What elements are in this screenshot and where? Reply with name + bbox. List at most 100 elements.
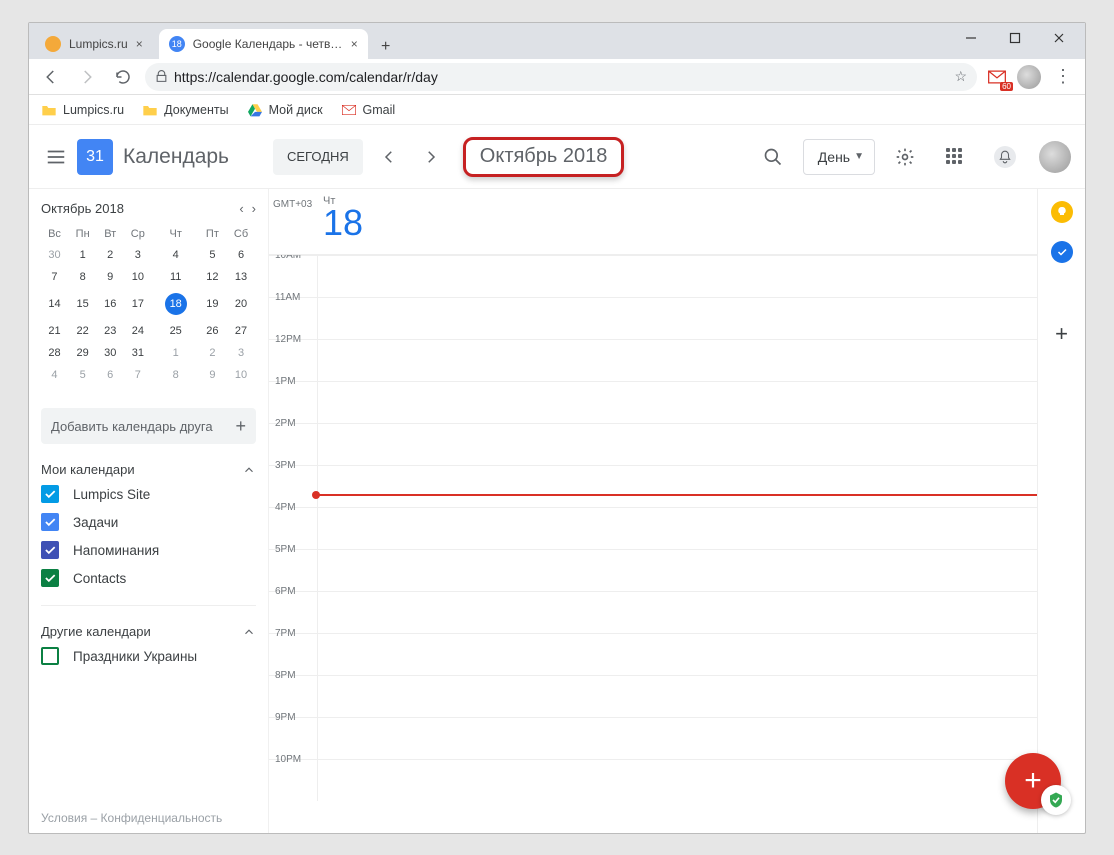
hour-row[interactable]: 8PM [269,675,1037,717]
mini-day[interactable]: 21 [41,320,68,342]
hour-row[interactable]: 11AM [269,297,1037,339]
hour-row[interactable]: 9PM [269,717,1037,759]
apps-grid-icon[interactable] [935,137,975,177]
mini-day[interactable]: 9 [97,266,123,288]
footer-links[interactable]: Условия – Конфиденциальность [41,801,256,825]
mini-day[interactable]: 1 [153,342,199,364]
bookmark-item[interactable]: Мой диск [247,102,323,118]
mini-day[interactable]: 31 [123,342,153,364]
search-icon[interactable] [753,137,793,177]
forward-button[interactable] [73,63,101,91]
mini-day[interactable]: 14 [41,288,68,320]
calendar-item[interactable]: Задачи [41,513,256,531]
mini-day[interactable]: 13 [226,266,256,288]
close-icon[interactable]: × [136,37,143,51]
hour-row[interactable]: 4PM [269,507,1037,549]
collapse-icon[interactable] [242,463,256,477]
mini-day[interactable]: 5 [199,244,226,266]
hamburger-icon[interactable] [45,146,67,168]
day-number[interactable]: 18 [323,205,1037,241]
hour-row[interactable]: 2PM [269,423,1037,465]
hour-row[interactable]: 1PM [269,381,1037,423]
calendar-item[interactable]: Праздники Украины [41,647,256,665]
tasks-icon[interactable] [1051,241,1073,263]
mini-day[interactable]: 11 [153,266,199,288]
hour-row[interactable]: 12PM [269,339,1037,381]
mini-prev-button[interactable]: ‹ [239,201,243,216]
collapse-icon[interactable] [242,625,256,639]
calendar-item[interactable]: Напоминания [41,541,256,559]
mini-day[interactable]: 20 [226,288,256,320]
mini-day[interactable]: 29 [68,342,97,364]
mini-day[interactable]: 5 [68,364,97,386]
mini-calendar[interactable]: ВсПнВтСрЧтПтСб 3012345678910111213141516… [41,224,256,386]
mini-day[interactable]: 9 [199,364,226,386]
checkbox-icon[interactable] [41,541,59,559]
bookmark-item[interactable]: Документы [142,102,228,118]
mini-day[interactable]: 3 [226,342,256,364]
time-grid[interactable]: 10AM11AM12PM1PM2PM3PM4PM5PM6PM7PM8PM9PM1… [269,255,1037,833]
mini-day[interactable]: 30 [41,244,68,266]
checkbox-icon[interactable] [41,647,59,665]
next-button[interactable] [415,141,447,173]
notifications-icon[interactable] [985,137,1025,177]
close-window-button[interactable] [1037,23,1081,53]
chrome-menu-icon[interactable]: ⋮ [1049,63,1077,91]
mini-day[interactable]: 1 [68,244,97,266]
mini-day[interactable]: 25 [153,320,199,342]
bookmark-item[interactable]: Lumpics.ru [41,102,124,118]
mini-day[interactable]: 8 [153,364,199,386]
account-avatar[interactable] [1035,137,1075,177]
hour-row[interactable]: 6PM [269,591,1037,633]
checkbox-icon[interactable] [41,513,59,531]
back-button[interactable] [37,63,65,91]
checkbox-icon[interactable] [41,569,59,587]
minimize-button[interactable] [949,23,993,53]
mini-day[interactable]: 17 [123,288,153,320]
mini-day[interactable]: 7 [41,266,68,288]
add-friend-calendar-input[interactable]: Добавить календарь друга + [41,408,256,444]
new-tab-button[interactable]: + [374,35,398,59]
mini-day[interactable]: 28 [41,342,68,364]
reload-button[interactable] [109,63,137,91]
checkbox-icon[interactable] [41,485,59,503]
close-icon[interactable]: × [351,37,358,51]
mini-day[interactable]: 2 [199,342,226,364]
hour-row[interactable]: 10PM [269,759,1037,801]
ext-gmail-icon[interactable]: 60 [985,65,1009,89]
mini-day[interactable]: 27 [226,320,256,342]
mini-day[interactable]: 4 [153,244,199,266]
mini-day[interactable]: 19 [199,288,226,320]
mini-day[interactable]: 12 [199,266,226,288]
add-addon-button[interactable]: + [1055,321,1068,347]
mini-day[interactable]: 16 [97,288,123,320]
star-icon[interactable]: ☆ [954,68,967,85]
profile-avatar[interactable] [1017,65,1041,89]
mini-day[interactable]: 2 [97,244,123,266]
mini-day[interactable]: 24 [123,320,153,342]
tab-lumpics[interactable]: Lumpics.ru × [35,29,153,59]
mini-day[interactable]: 15 [68,288,97,320]
mini-day[interactable]: 18 [153,288,199,320]
view-switcher[interactable]: День▼ [803,139,875,175]
mini-next-button[interactable]: › [252,201,256,216]
mini-day[interactable]: 30 [97,342,123,364]
maximize-button[interactable] [993,23,1037,53]
tab-calendar[interactable]: 18 Google Календарь - четверг, 18 × [159,29,368,59]
adblock-icon[interactable] [1041,785,1071,815]
bookmark-item[interactable]: Gmail [341,102,396,118]
keep-icon[interactable] [1051,201,1073,223]
calendar-item[interactable]: Contacts [41,569,256,587]
calendar-item[interactable]: Lumpics Site [41,485,256,503]
gear-icon[interactable] [885,137,925,177]
hour-row[interactable]: 5PM [269,549,1037,591]
mini-day[interactable]: 10 [226,364,256,386]
mini-day[interactable]: 10 [123,266,153,288]
mini-day[interactable]: 3 [123,244,153,266]
mini-day[interactable]: 7 [123,364,153,386]
today-button[interactable]: СЕГОДНЯ [273,139,363,175]
url-bar[interactable]: https://calendar.google.com/calendar/r/d… [145,63,977,91]
hour-row[interactable]: 7PM [269,633,1037,675]
hour-row[interactable]: 10AM [269,255,1037,297]
mini-day[interactable]: 26 [199,320,226,342]
